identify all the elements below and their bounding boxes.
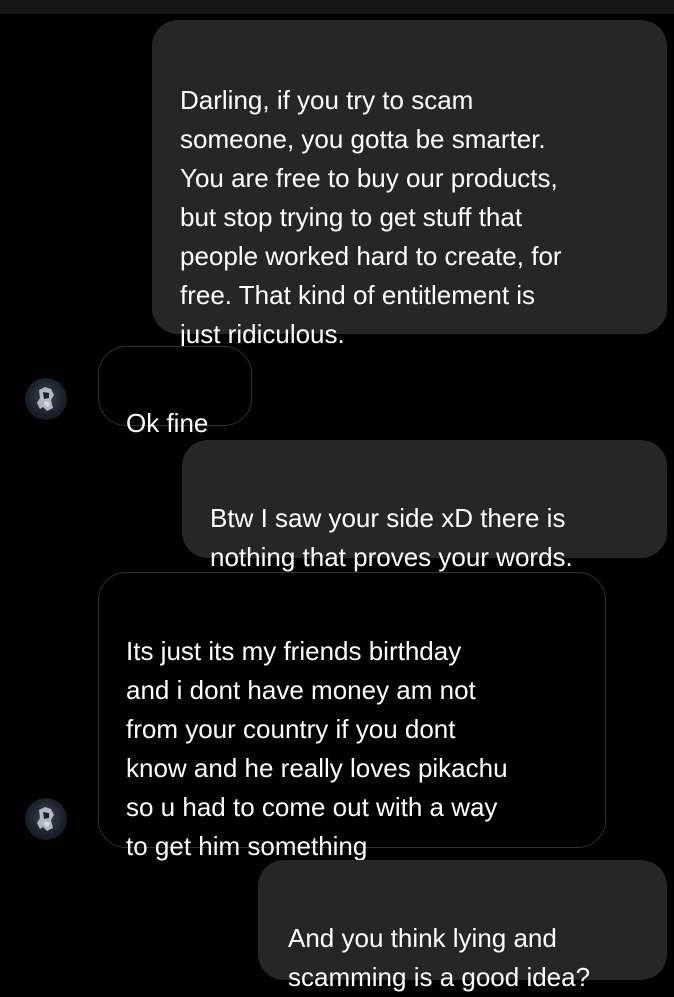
message-text: Darling, if you try to scam someone, you… [180, 85, 562, 349]
contact-avatar-icon[interactable] [25, 798, 67, 840]
contact-avatar-icon-graphic [37, 807, 54, 831]
top-bar-edge [0, 0, 674, 14]
incoming-message-bubble[interactable]: Ok fine [98, 346, 252, 438]
message-text: Btw I saw your side xD there is nothing … [210, 503, 573, 572]
outgoing-message-bubble[interactable]: Btw I saw your side xD there is nothing … [182, 440, 667, 572]
outgoing-message-bubble[interactable]: And you think lying and scamming is a go… [258, 860, 667, 992]
incoming-message-bubble[interactable]: Its just its my friends birthday and i d… [98, 572, 606, 861]
message-text: Ok fine [126, 408, 209, 438]
message-text: Its just its my friends birthday and i d… [126, 636, 508, 861]
contact-avatar-icon[interactable] [25, 378, 67, 420]
message-text: And you think lying and scamming is a go… [288, 923, 591, 992]
outgoing-message-bubble[interactable]: Darling, if you try to scam someone, you… [152, 20, 667, 349]
contact-avatar-icon-graphic [37, 387, 54, 411]
